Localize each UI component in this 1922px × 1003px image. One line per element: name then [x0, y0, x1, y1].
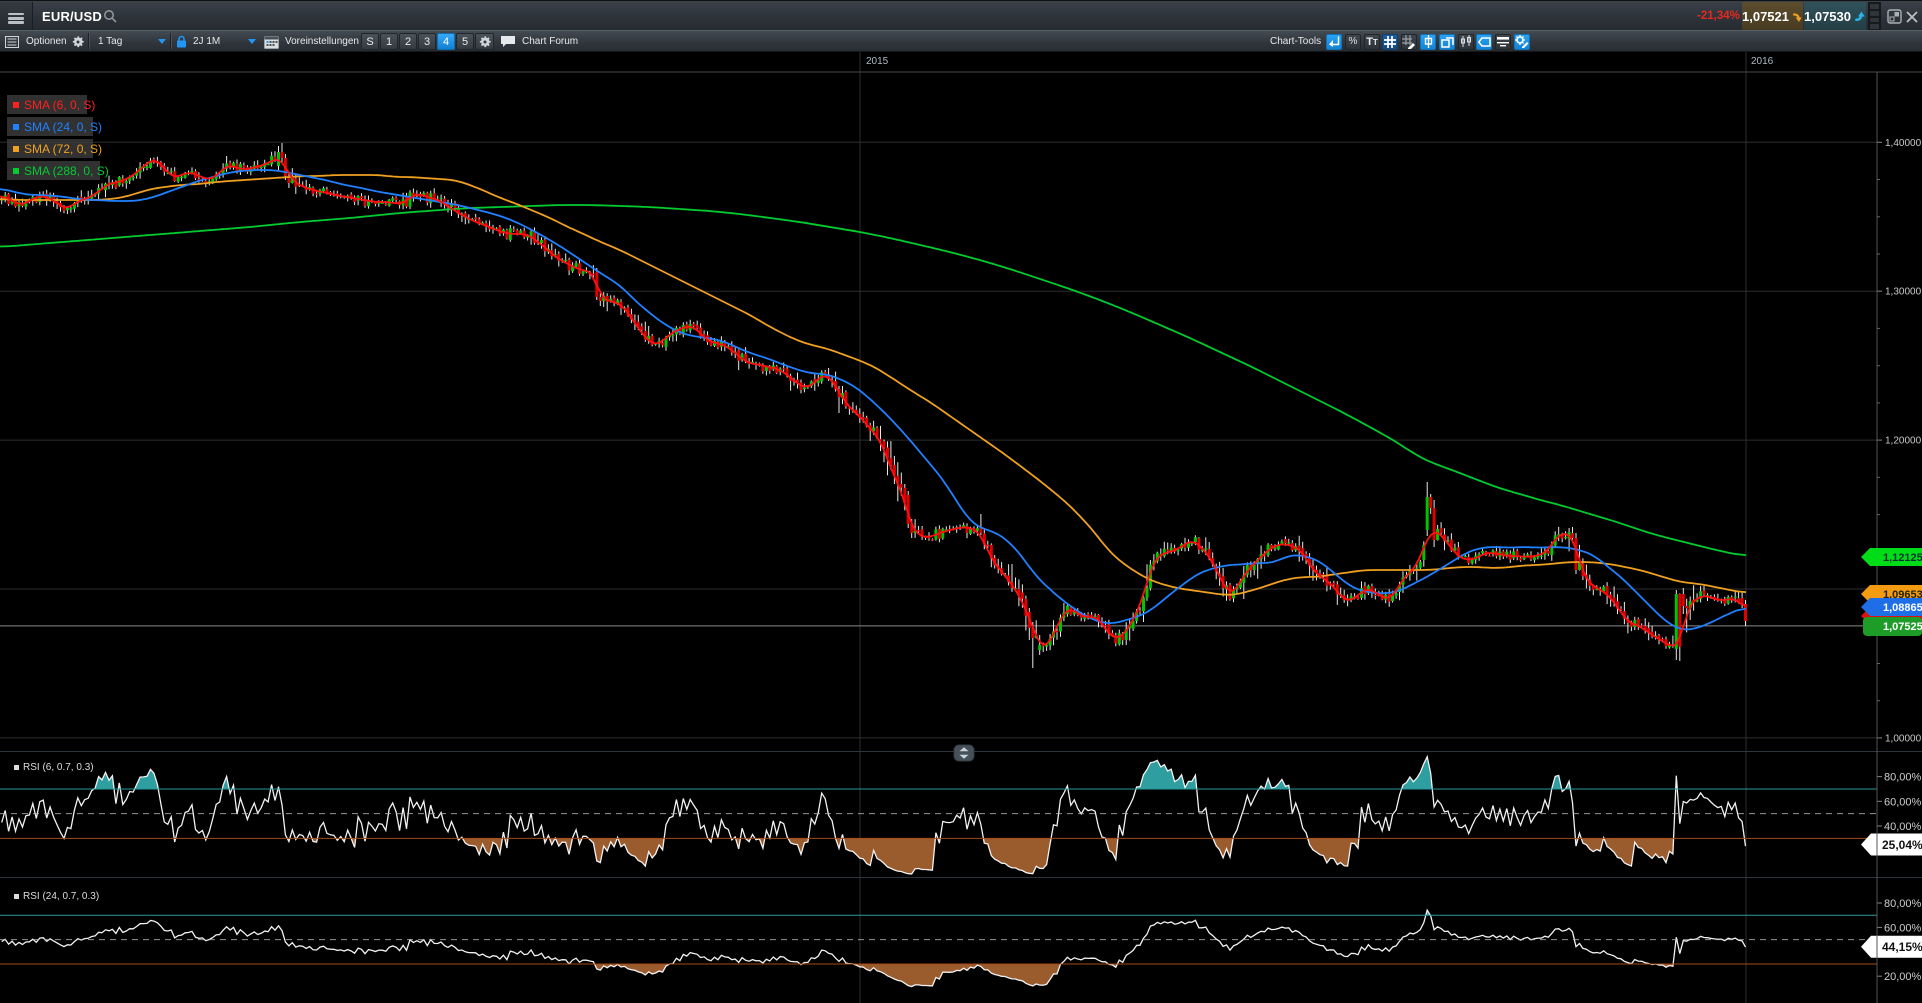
svg-text:SMA (6, 0, S): SMA (6, 0, S) [24, 98, 95, 112]
svg-text:60,00%: 60,00% [1884, 796, 1922, 808]
svg-text:40,00%: 40,00% [1884, 821, 1922, 833]
svg-text:20,00%: 20,00% [1884, 971, 1922, 983]
svg-text:1,20000: 1,20000 [1885, 436, 1922, 447]
svg-text:44,15%: 44,15% [1882, 940, 1922, 954]
svg-text:80,00%: 80,00% [1884, 772, 1922, 784]
svg-text:SMA (288, 0, S): SMA (288, 0, S) [24, 164, 109, 178]
svg-text:SMA (72, 0, S): SMA (72, 0, S) [24, 142, 102, 156]
svg-text:2015: 2015 [866, 56, 889, 67]
svg-text:SMA (24, 0, S): SMA (24, 0, S) [24, 120, 102, 134]
svg-text:RSI (6, 0.7, 0.3): RSI (6, 0.7, 0.3) [23, 762, 94, 773]
svg-text:25,04%: 25,04% [1882, 838, 1922, 852]
svg-text:1,00000: 1,00000 [1885, 733, 1922, 744]
svg-text:RSI (24, 0.7, 0.3): RSI (24, 0.7, 0.3) [23, 891, 99, 902]
svg-text:1,07525: 1,07525 [1883, 621, 1922, 633]
svg-text:2016: 2016 [1751, 56, 1774, 67]
svg-text:1,30000: 1,30000 [1885, 287, 1922, 298]
svg-text:1,40000: 1,40000 [1885, 138, 1922, 149]
svg-text:1,12125: 1,12125 [1883, 552, 1922, 564]
svg-text:1,08865: 1,08865 [1883, 602, 1922, 614]
svg-text:60,00%: 60,00% [1884, 922, 1922, 934]
svg-text:80,00%: 80,00% [1884, 898, 1922, 910]
